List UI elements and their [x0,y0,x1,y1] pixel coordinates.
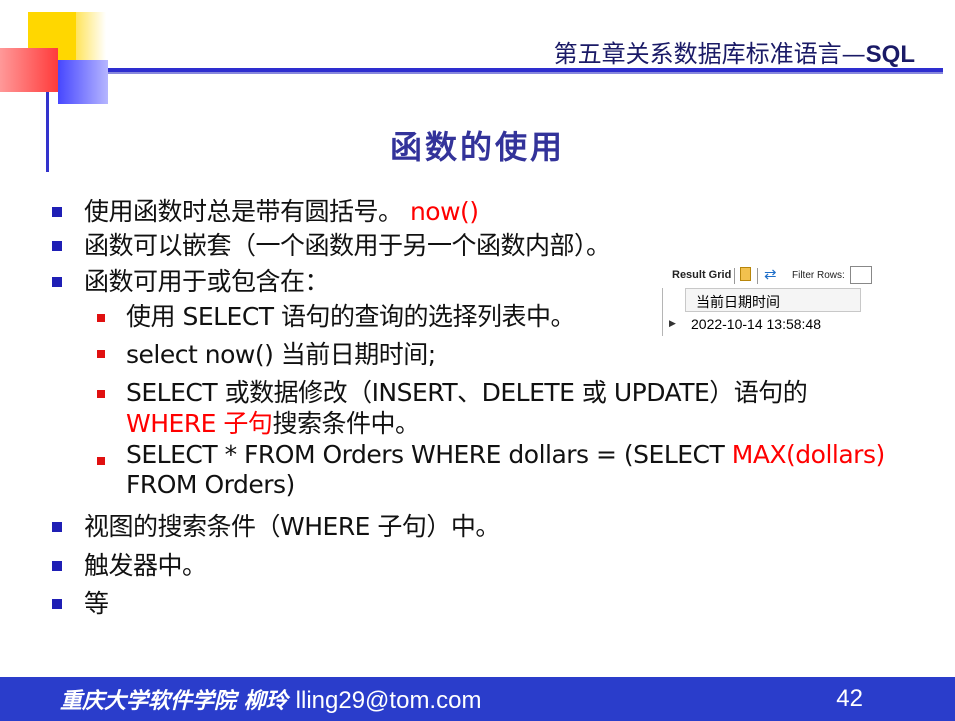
header-rule-shadow [108,72,943,74]
bullet-marker [52,277,62,287]
slide-title: 函数的使用 [389,128,565,166]
sub-bullet-marker [97,390,105,398]
footer-credit: 重庆大学软件学院 柳玲 lling29@tom.com [60,687,482,714]
grid-icon [740,267,751,281]
result-grid-table: 当前日期时间 ▶ 2022-10-14 13:58:48 [662,288,861,336]
bullet-6: 等 [84,589,109,618]
table-row: 2022-10-14 13:58:48 [691,316,821,332]
toolbar-separator [734,268,735,284]
page-number: 42 [836,685,863,712]
sub-bullet-4-cont: FROM Orders) [126,470,295,499]
bullet-2: 函数可以嵌套（一个函数用于另一个函数内部）。 [84,231,611,260]
sub-bullet-4: SELECT * FROM Orders WHERE dollars = (SE… [126,440,885,469]
result-grid-label: Result Grid [672,269,732,281]
chapter-title: 第五章关系数据库标准语言—SQL [553,40,915,68]
bullet-marker [52,241,62,251]
bullet-marker [52,522,62,532]
sub-bullet-marker [97,457,105,465]
bullet-marker [52,599,62,609]
bullet-4: 视图的搜索条件（WHERE 子句）中。 [84,512,500,541]
decor-blue-square [58,60,108,104]
bullet-1: 使用函数时总是带有圆括号。 now() [84,197,479,226]
column-header: 当前日期时间 [685,288,861,312]
filter-rows-input [850,266,872,284]
sub-bullet-marker [97,350,105,358]
footer-bar: 重庆大学软件学院 柳玲 lling29@tom.com 42 [0,677,955,721]
row-pointer-icon: ▶ [669,318,676,328]
decor-red-square [0,48,58,92]
sub-bullet-1: 使用 SELECT 语句的查询的选择列表中。 [126,302,576,331]
sub-bullet-3-cont: WHERE 子句搜索条件中。 [126,409,420,438]
sub-bullet-marker [97,314,105,322]
sub-bullet-2: select now() 当前日期时间; [126,340,436,369]
filter-rows-label: Filter Rows: [792,270,845,281]
decor-yellow-fade [76,12,106,60]
result-grid-toolbar: Result Grid ⇄ Filter Rows: [662,264,872,286]
refresh-icon: ⇄ [764,266,777,283]
bullet-marker [52,207,62,217]
result-grid-image: Result Grid ⇄ Filter Rows: 当前日期时间 ▶ 2022… [662,264,872,336]
bullet-marker [52,561,62,571]
bullet-5: 触发器中。 [84,551,207,580]
toolbar-separator [757,268,758,284]
bullet-3: 函数可用于或包含在： [84,267,330,296]
